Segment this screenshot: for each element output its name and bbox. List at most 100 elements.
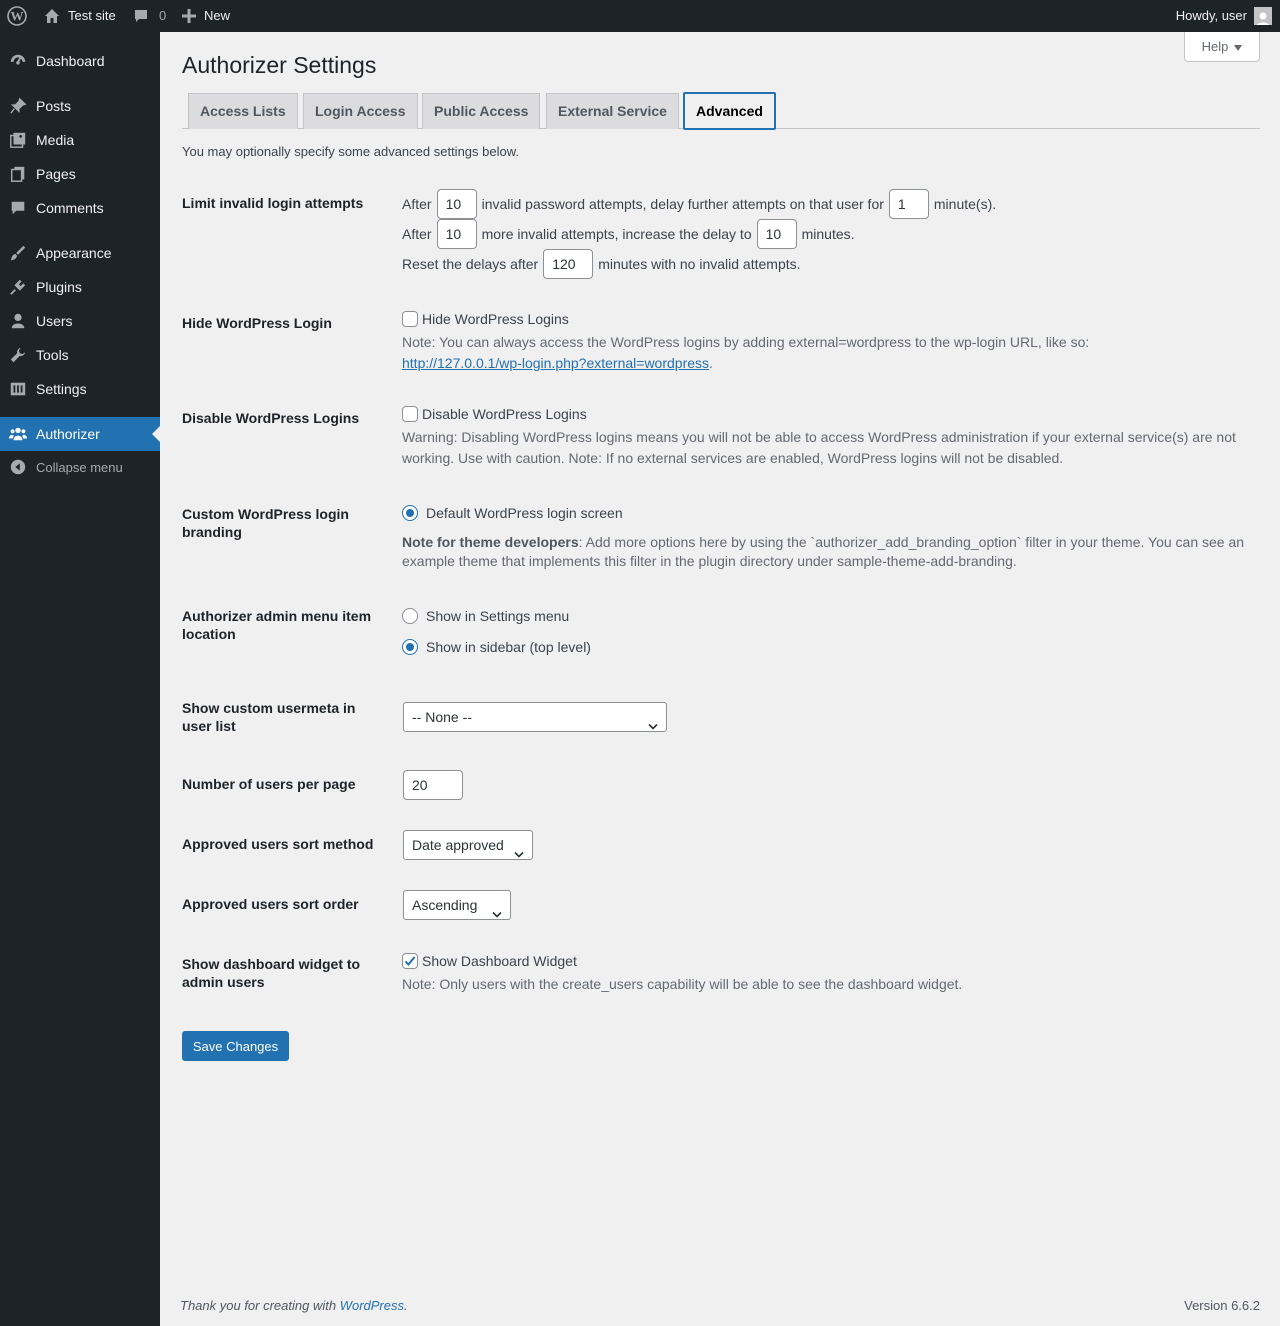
pages-icon: [0, 165, 36, 183]
hide-login-note: Note: You can always access the WordPres…: [402, 334, 1090, 350]
sidebar-item-settings[interactable]: Settings: [0, 372, 160, 406]
limit-attempts-field: After 10 invalid password attempts, dela…: [402, 189, 996, 279]
collapse-menu-label: Collapse menu: [36, 459, 123, 475]
dashboard-widget-checkbox-label: Show Dashboard Widget: [422, 953, 577, 969]
wordpress-logo-icon[interactable]: W: [7, 0, 27, 32]
intro-text: You may optionally specify some advanced…: [182, 144, 519, 159]
sidebar-item-media[interactable]: Media: [0, 123, 160, 157]
svg-text:W: W: [11, 9, 24, 24]
page-title: Authorizer Settings: [182, 52, 377, 78]
dashboard-icon: [0, 52, 36, 70]
wordpress-link[interactable]: WordPress: [340, 1298, 404, 1313]
sidebar-item-label: Users: [36, 313, 73, 329]
usermeta-select[interactable]: -- None --: [403, 702, 667, 732]
after-text: After: [402, 196, 432, 212]
sort-method-label: Approved users sort method: [182, 836, 374, 852]
disable-login-warning: Warning: Disabling WordPress logins mean…: [402, 429, 1236, 466]
sidebar-item-dashboard[interactable]: Dashboard: [0, 44, 160, 78]
increased-delay-input[interactable]: 10: [756, 219, 797, 249]
more-attempts-input[interactable]: 10: [436, 219, 477, 249]
pin-icon: [0, 97, 36, 115]
user-icon: [0, 312, 36, 330]
attempts-input[interactable]: 10: [436, 189, 477, 219]
sidebar-item-authorizer[interactable]: Authorizer: [0, 417, 160, 451]
new-content-link[interactable]: New: [182, 0, 230, 32]
delay-input[interactable]: 1: [888, 189, 929, 219]
sort-method-select[interactable]: Date approved: [403, 830, 533, 860]
comments-count: 0: [159, 8, 167, 23]
sidebar-item-appearance[interactable]: Appearance: [0, 236, 160, 270]
sidebar-item-users[interactable]: Users: [0, 304, 160, 338]
main-content: Help Authorizer Settings Access Lists Lo…: [160, 32, 1280, 1326]
sidebar-item-comments[interactable]: Comments: [0, 191, 160, 225]
sort-order-value: Ascending: [412, 897, 478, 913]
dashboard-widget-checkbox[interactable]: [402, 953, 418, 969]
delay-unit: minute(s).: [933, 196, 997, 212]
hide-login-checkbox[interactable]: [402, 311, 418, 327]
branding-note-title: Note for theme developers: [402, 534, 579, 550]
admin-sidebar: Dashboard Posts Media Pages Comments App…: [0, 32, 160, 1326]
menu-location-sidebar-radio[interactable]: [402, 639, 418, 655]
sort-method-value: Date approved: [412, 837, 504, 853]
link-period: .: [709, 355, 713, 371]
plus-icon: [182, 9, 196, 23]
hide-login-field: Hide WordPress Logins Note: You can alwa…: [402, 309, 1262, 374]
sidebar-item-label: Pages: [36, 166, 76, 182]
save-changes-button[interactable]: Save Changes: [182, 1031, 289, 1061]
sort-order-label: Approved users sort order: [182, 896, 359, 912]
menu-location-settings-radio[interactable]: [402, 608, 418, 624]
settings-tabs: Access Lists Login Access Public Access …: [182, 92, 1260, 130]
sidebar-item-label: Settings: [36, 381, 87, 397]
branding-default-radio[interactable]: [402, 505, 418, 521]
footer-thanks: Thank you for creating with WordPress.: [180, 1298, 408, 1313]
collapse-menu-button[interactable]: Collapse menu: [0, 450, 160, 484]
sidebar-item-posts[interactable]: Posts: [0, 89, 160, 123]
chevron-down-icon: [648, 712, 658, 740]
sidebar-item-label: Tools: [36, 347, 69, 363]
account-menu[interactable]: Howdy, user: [1176, 0, 1272, 32]
sidebar-item-label: Media: [36, 132, 75, 148]
help-button[interactable]: Help: [1184, 32, 1260, 62]
howdy-text: Howdy, user: [1175, 8, 1247, 23]
menu-location-field: Show in Settings menu Show in sidebar (t…: [402, 606, 591, 657]
media-icon: [0, 131, 36, 149]
more-attempts-text: more invalid attempts, increase the dela…: [481, 226, 752, 242]
site-name-link[interactable]: Test site: [44, 0, 116, 32]
sidebar-item-pages[interactable]: Pages: [0, 157, 160, 191]
tab-external-service[interactable]: External Service: [546, 93, 679, 129]
users-per-page-input[interactable]: 20: [403, 770, 463, 800]
attempts-text: invalid password attempts, delay further…: [481, 196, 884, 212]
sidebar-item-tools[interactable]: Tools: [0, 338, 160, 372]
disable-login-checkbox-label: Disable WordPress Logins: [422, 406, 587, 422]
reset-prefix: Reset the delays after: [402, 256, 539, 272]
tab-advanced[interactable]: Advanced: [683, 92, 776, 130]
usermeta-value: -- None --: [412, 709, 472, 725]
menu-location-label: Authorizer admin menu item location: [182, 608, 372, 642]
tab-public-access[interactable]: Public Access: [422, 93, 541, 129]
disable-login-checkbox[interactable]: [402, 406, 418, 422]
comments-link[interactable]: 0: [133, 0, 166, 32]
dashboard-widget-field: Show Dashboard Widget Note: Only users w…: [402, 951, 962, 995]
help-label: Help: [1201, 39, 1229, 54]
tab-access-lists[interactable]: Access Lists: [188, 93, 298, 129]
disable-login-label: Disable WordPress Logins: [182, 410, 360, 426]
tab-login-access[interactable]: Login Access: [303, 93, 418, 129]
branding-field: Default WordPress login screen Note for …: [402, 503, 1262, 571]
new-label: New: [204, 8, 231, 23]
reset-delay-input[interactable]: 120: [543, 249, 594, 279]
branding-label: Custom WordPress login branding: [182, 506, 349, 540]
brush-icon: [0, 244, 36, 262]
sidebar-item-label: Plugins: [36, 279, 82, 295]
branding-default-label: Default WordPress login screen: [426, 505, 623, 521]
hide-login-label: Hide WordPress Login: [182, 315, 332, 331]
menu-location-sidebar-label: Show in sidebar (top level): [426, 639, 591, 655]
sort-order-select[interactable]: Ascending: [403, 890, 511, 920]
admin-bar: W Test site 0 New Howdy, user: [0, 0, 1280, 32]
footer-version: Version 6.6.2: [1184, 1298, 1260, 1313]
site-name: Test site: [68, 8, 116, 23]
groups-icon: [0, 425, 36, 443]
footer-period: .: [404, 1298, 408, 1313]
disable-login-field: Disable WordPress Logins Warning: Disabl…: [402, 404, 1258, 469]
sidebar-item-plugins[interactable]: Plugins: [0, 270, 160, 304]
wp-login-link[interactable]: http://127.0.0.1/wp-login.php?external=w…: [402, 355, 709, 371]
